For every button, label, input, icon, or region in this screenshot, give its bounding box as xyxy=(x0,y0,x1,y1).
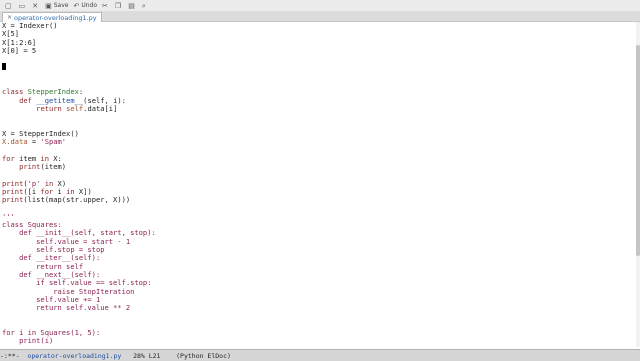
code-line: def __iter__(self): xyxy=(0,254,635,262)
code-token: = xyxy=(27,137,41,147)
code-line: for item in X: xyxy=(0,154,635,163)
code-line: for i in Squares(1, 5): xyxy=(0,328,635,337)
code-token: X[0] = 5 xyxy=(2,45,37,55)
save-label: Save xyxy=(53,2,69,9)
code-token: self xyxy=(66,103,84,113)
paste-button[interactable]: ▤ xyxy=(128,1,137,11)
new-file-icon: ▢ xyxy=(5,1,12,10)
code-token: print xyxy=(19,162,41,172)
code-line: print('p' in X) xyxy=(0,179,635,188)
code-editor[interactable]: X = Indexer() X[5] X[1:2:6] X[0] = 5 class S… xyxy=(0,22,635,347)
code-token: return xyxy=(36,103,67,113)
code-token: print(i) xyxy=(2,336,54,346)
code-token: X.data xyxy=(2,137,28,147)
code-line: X[0] = 5 xyxy=(0,45,635,55)
copy-button[interactable]: ❐ xyxy=(115,1,123,11)
search-button[interactable]: ⌕ xyxy=(142,1,148,11)
toolbar: ▢ ▭ ✕ ▣ Save ↶ Undo ✂ ❐ ▤ ⌕ xyxy=(0,0,640,11)
search-icon: ⌕ xyxy=(141,1,146,10)
code-line: print(list(map(str.upper, X))) xyxy=(0,196,635,204)
modeline-flags: -:**- xyxy=(0,351,28,360)
code-line: return self.data[i] xyxy=(0,103,635,113)
scrollbar-thumb[interactable] xyxy=(636,44,640,256)
close-icon: ✕ xyxy=(32,1,39,10)
undo-label: Undo xyxy=(81,2,98,9)
code-line: X[5] xyxy=(0,30,635,38)
copy-icon: ❐ xyxy=(114,1,122,10)
code-line: X[1:2:6] xyxy=(0,38,635,47)
undo-icon: ↶ xyxy=(73,1,80,10)
modeline-mode: (Python ElDoc) xyxy=(160,351,231,360)
code-line: ''' xyxy=(0,212,635,221)
code-line: print(item) xyxy=(0,162,635,172)
new-file-button[interactable]: ▢ xyxy=(5,1,14,11)
vertical-scrollbar[interactable] xyxy=(636,22,640,347)
save-button[interactable]: ▣ Save xyxy=(45,1,68,11)
code-token: 'Spam' xyxy=(40,137,67,147)
code-token: .data[i] xyxy=(83,103,118,113)
undo-button[interactable]: ↶ Undo xyxy=(73,1,97,11)
code-token: print xyxy=(2,195,24,205)
code-line: X = Indexer() xyxy=(0,22,635,30)
code-line: return self.value ** 2 xyxy=(0,303,635,313)
mode-line: -:**- operator-overloading1.py 28% L21 (… xyxy=(0,349,640,361)
code-line xyxy=(0,63,635,71)
tab-label: operator-overloading1.py xyxy=(14,13,97,22)
text-cursor xyxy=(2,63,6,71)
code-line: X = StepperIndex() xyxy=(0,129,635,138)
code-line: print(i) xyxy=(0,337,635,345)
tab-close-icon[interactable]: × xyxy=(7,14,12,21)
code-line: X.data = 'Spam' xyxy=(0,138,635,146)
modeline-filename: operator-overloading1.py xyxy=(27,351,122,360)
save-icon: ▣ xyxy=(45,1,52,10)
paste-icon: ▤ xyxy=(128,1,135,10)
cut-icon: ✂ xyxy=(102,1,108,10)
modeline-position: 28% L21 xyxy=(121,351,161,360)
tab-operator-overloading[interactable]: × operator-overloading1.py xyxy=(2,12,102,22)
cut-button[interactable]: ✂ xyxy=(102,1,110,11)
open-folder-button[interactable]: ▭ xyxy=(19,1,28,11)
tab-bar: × operator-overloading1.py xyxy=(0,11,640,22)
open-folder-icon: ▭ xyxy=(18,1,26,10)
code-token: return self.value ** 2 xyxy=(2,303,131,313)
close-button[interactable]: ✕ xyxy=(32,1,40,11)
code-token: (item) xyxy=(40,162,67,172)
code-token: (list(map(str.upper, X))) xyxy=(23,195,131,205)
